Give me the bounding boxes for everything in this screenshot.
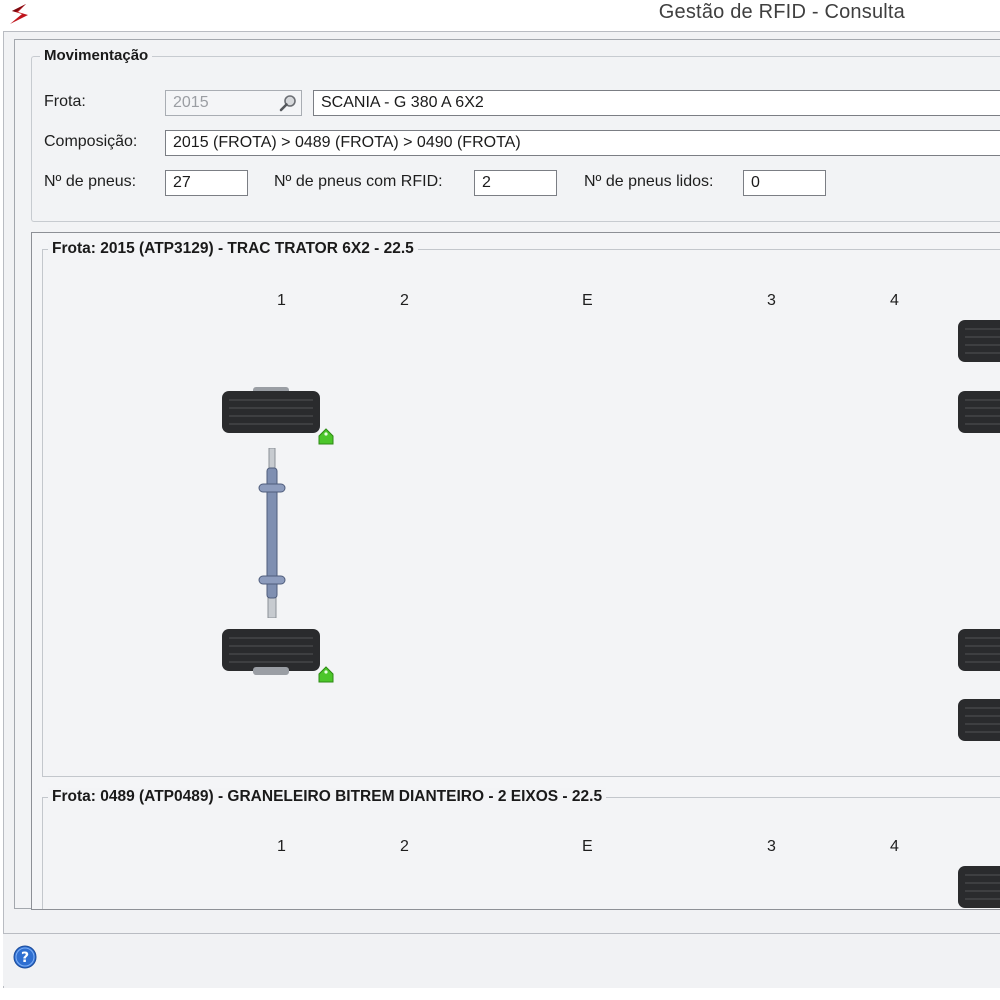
tire-icon[interactable]: [221, 386, 321, 436]
position-label: E: [582, 838, 593, 855]
rfid-tag-icon: [318, 428, 334, 445]
n-pneus-field: 27: [165, 170, 248, 196]
vehicle-section-1: Frota: 2015 (ATP3129) - TRAC TRATOR 6X2 …: [42, 240, 1000, 777]
position-label: 3: [767, 292, 776, 309]
position-label: 1: [277, 292, 286, 309]
frota-input[interactable]: 2015: [165, 90, 302, 116]
position-label: 3: [767, 838, 776, 855]
title-bar: Gestão de RFID - Consulta: [0, 0, 1000, 30]
tire-icon[interactable]: [957, 696, 1000, 746]
differential-icon: [985, 482, 1000, 582]
window-body: Movimentação Frota: 2015 SCANIA - G 380 …: [3, 31, 1000, 993]
n-pneus-label: Nº de pneus:: [44, 173, 137, 190]
status-bar: [3, 933, 1000, 986]
tire-icon[interactable]: [221, 626, 321, 676]
tire-icon[interactable]: [957, 316, 1000, 366]
position-label: 2: [400, 838, 409, 855]
position-label: E: [582, 292, 593, 309]
svg-text:?: ?: [21, 950, 29, 966]
vehicle-diagram-panel[interactable]: Frota: 2015 (ATP3129) - TRAC TRATOR 6X2 …: [31, 232, 1000, 910]
composicao-label: Composição:: [44, 133, 138, 150]
vehicle-section-2: Frota: 0489 (ATP0489) - GRANELEIRO BITRE…: [42, 788, 1000, 910]
frota-label: Frota:: [44, 93, 86, 110]
vehicle-title-1: Frota: 2015 (ATP3129) - TRAC TRATOR 6X2 …: [48, 240, 418, 258]
frota-value: 2015: [173, 94, 209, 111]
position-label: 2: [400, 292, 409, 309]
frota-description-field: SCANIA - G 380 A 6X2: [313, 90, 1000, 116]
bottom-edge: [0, 988, 1000, 1000]
main-panel: Movimentação Frota: 2015 SCANIA - G 380 …: [14, 39, 1000, 910]
n-pneus-lidos-field: 0: [743, 170, 826, 196]
tire-icon[interactable]: [957, 862, 1000, 910]
movimentacao-title: Movimentação: [40, 47, 153, 64]
search-icon[interactable]: [279, 94, 297, 112]
movimentacao-group: Movimentação Frota: 2015 SCANIA - G 380 …: [31, 47, 1000, 222]
position-label: 4: [890, 838, 899, 855]
vehicle-title-2: Frota: 0489 (ATP0489) - GRANELEIRO BITRE…: [48, 788, 607, 806]
tire-icon[interactable]: [957, 386, 1000, 436]
position-label: 4: [890, 292, 899, 309]
front-axle-icon: [258, 448, 286, 618]
n-pneus-lidos-label: Nº de pneus lidos:: [584, 173, 714, 190]
window-title: Gestão de RFID - Consulta: [658, 1, 905, 23]
tire-icon[interactable]: [957, 626, 1000, 676]
rfid-tag-icon: [318, 666, 334, 683]
help-icon[interactable]: ?: [13, 945, 37, 969]
position-label: 1: [277, 838, 286, 855]
n-pneus-rfid-field: 2: [474, 170, 557, 196]
composicao-field: 2015 (FROTA) > 0489 (FROTA) > 0490 (FROT…: [165, 130, 1000, 156]
n-pneus-rfid-label: Nº de pneus com RFID:: [274, 173, 443, 190]
